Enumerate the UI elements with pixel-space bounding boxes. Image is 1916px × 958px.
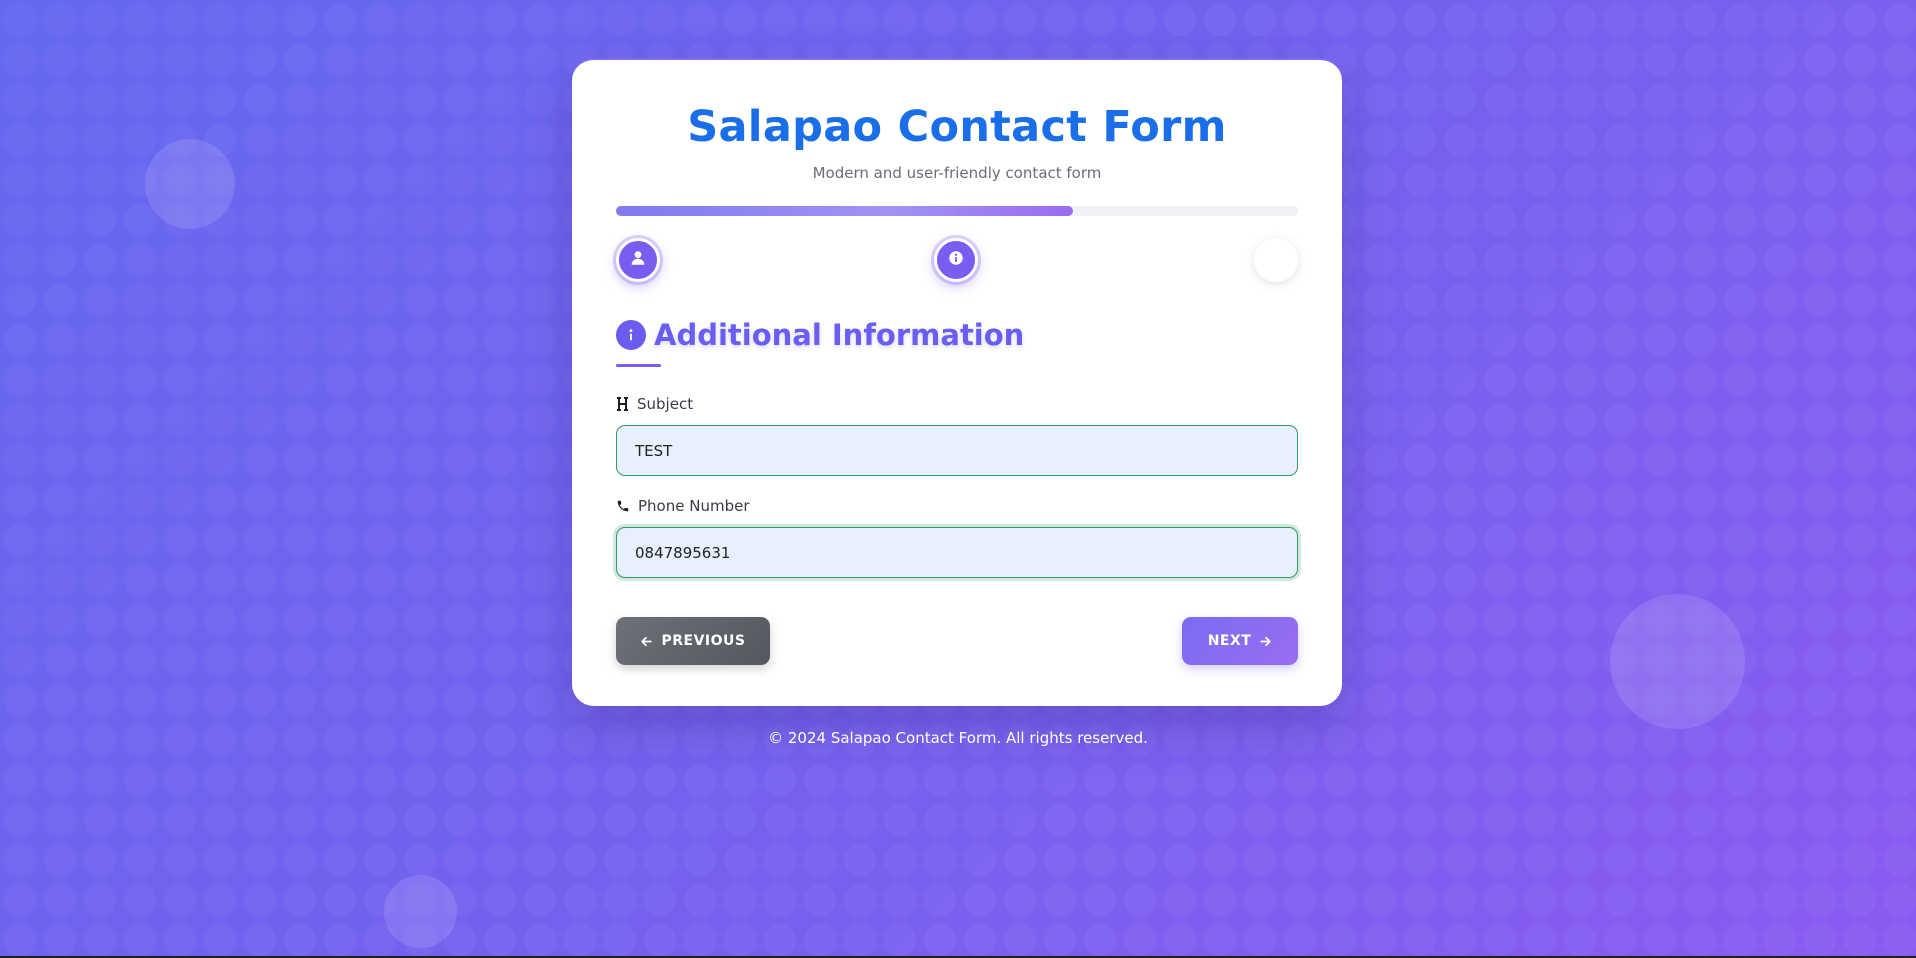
step-2-indicator[interactable] [934,238,978,282]
decorative-circle [384,875,457,948]
next-button[interactable]: NEXT [1182,617,1298,665]
previous-button[interactable]: PREVIOUS [616,617,770,665]
section-title: Additional Information [654,318,1025,352]
footer-copyright: © 2024 Salapao Contact Form. All rights … [768,729,1148,747]
next-button-label: NEXT [1207,633,1252,649]
arrow-right-icon [1259,635,1272,648]
form-title: Salapao Contact Form [687,102,1227,152]
phone-icon [616,499,630,513]
phone-label: Phone Number [616,497,750,515]
decorative-circle [145,139,235,229]
phone-input[interactable] [616,527,1298,578]
progress-fill [616,206,1073,216]
subject-input[interactable] [616,425,1298,476]
section-underline [616,364,661,367]
info-icon [947,249,965,271]
decorative-circle [1610,594,1745,729]
subject-label-text: Subject [637,395,694,413]
info-icon [616,320,646,350]
subject-label: Subject [616,395,693,413]
section-header: Additional Information [616,318,1024,352]
progress-bar [616,206,1298,216]
step-3-indicator[interactable] [1254,238,1298,282]
arrow-left-icon [640,635,653,648]
phone-label-text: Phone Number [638,497,750,515]
contact-form-card: Salapao Contact Form Modern and user-fri… [572,58,1342,706]
previous-button-label: PREVIOUS [661,633,746,649]
step-1-indicator[interactable] [616,238,660,282]
heading-icon [616,397,629,411]
user-icon [629,249,647,271]
form-subtitle: Modern and user-friendly contact form [812,164,1102,182]
